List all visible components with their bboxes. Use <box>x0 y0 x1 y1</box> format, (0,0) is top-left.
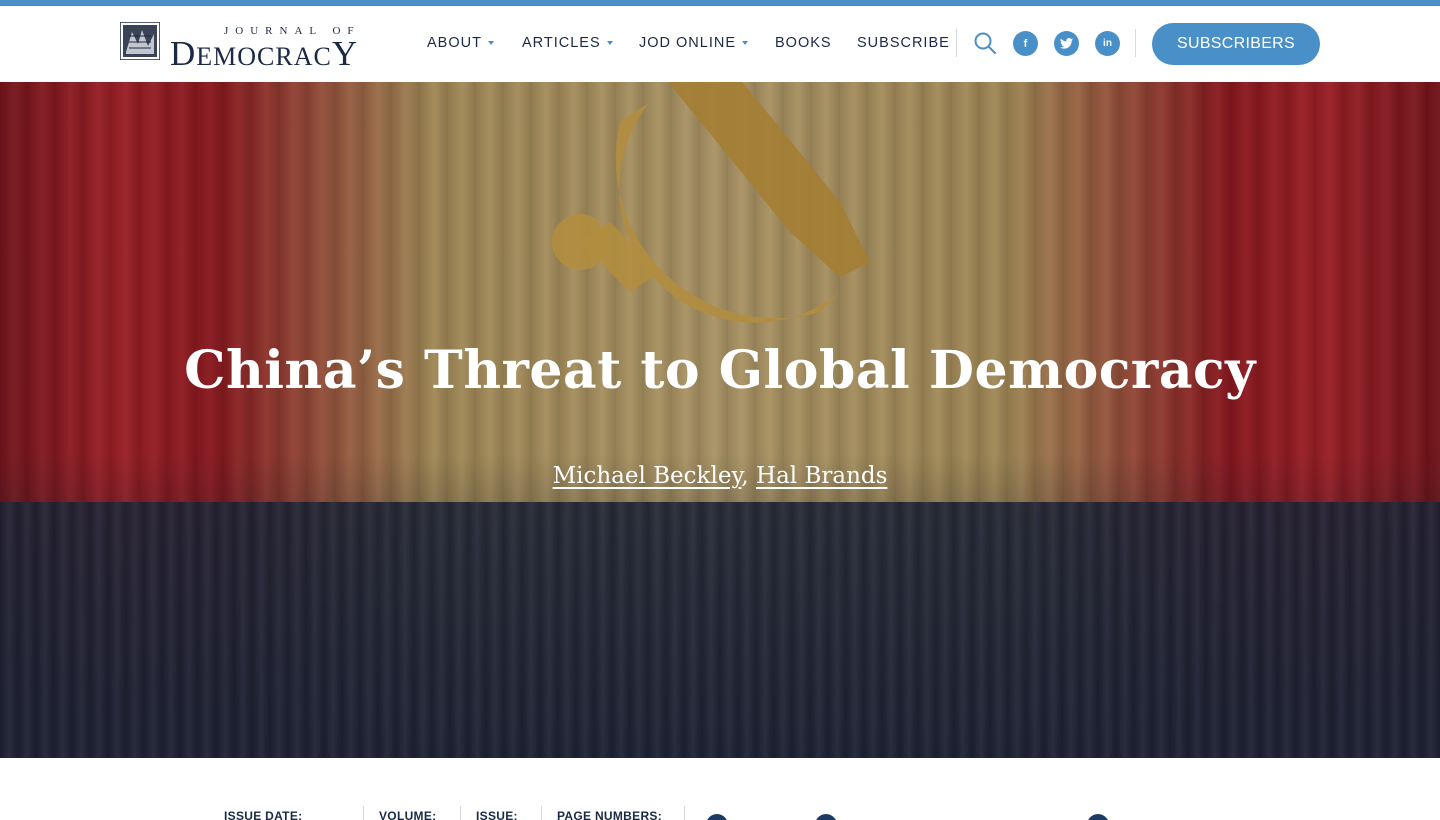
page-numbers-label: PAGE NUMBERS: <box>557 809 663 820</box>
hero-dark-overlay <box>0 82 1440 758</box>
article-authors: Michael Beckley, Hal Brands <box>552 463 888 489</box>
meta-divider <box>541 806 542 820</box>
caret-down-icon <box>742 41 749 45</box>
facebook-icon[interactable]: f <box>1013 31 1038 56</box>
volume-label: VOLUME: <box>379 809 437 820</box>
twitter-icon[interactable] <box>1054 31 1079 56</box>
search-icon[interactable] <box>974 32 996 54</box>
author-link-michael-beckley[interactable]: Michael Beckley <box>553 463 742 489</box>
caret-down-icon <box>606 41 613 45</box>
meta-divider <box>460 806 461 820</box>
site-header: JOURNAL OF DEMOCRACY ABOUT ARTICLES JOD … <box>0 6 1440 82</box>
nav-item-articles[interactable]: ARTICLES <box>522 35 613 51</box>
nav-item-about[interactable]: ABOUT <box>427 35 494 51</box>
twitter-bird-icon <box>1060 38 1073 49</box>
linkedin-icon[interactable]: in <box>1095 31 1120 56</box>
nav-item-jod-online[interactable]: JOD ONLINE <box>639 35 749 51</box>
logo-title: DEMOCRACY <box>170 34 359 73</box>
share-icon[interactable] <box>815 814 837 820</box>
share-icon[interactable] <box>1087 814 1109 820</box>
nav-item-subscribe[interactable]: SUBSCRIBE <box>857 35 950 51</box>
caret-down-icon <box>487 41 494 45</box>
subscribers-button[interactable]: SUBSCRIBERS <box>1152 23 1320 65</box>
nav-item-books[interactable]: BOOKS <box>775 35 832 51</box>
social-divider <box>1135 29 1136 57</box>
issue-label: ISSUE: <box>476 809 518 820</box>
logo-emblem-icon <box>120 22 160 60</box>
article-meta-bar: ISSUE DATE: VOLUME: ISSUE: PAGE NUMBERS: <box>0 758 1440 820</box>
journal-of-democracy-logo[interactable]: JOURNAL OF DEMOCRACY <box>120 22 376 73</box>
meta-divider <box>684 806 685 820</box>
share-icon[interactable] <box>706 814 728 820</box>
article-hero: China’s Threat to Global Democracy Micha… <box>0 82 1440 758</box>
nav-divider <box>956 29 957 57</box>
author-link-hal-brands[interactable]: Hal Brands <box>756 463 887 489</box>
article-title: China’s Threat to Global Democracy <box>184 340 1256 401</box>
issue-date-label: ISSUE DATE: <box>224 809 303 820</box>
meta-divider <box>363 806 364 820</box>
